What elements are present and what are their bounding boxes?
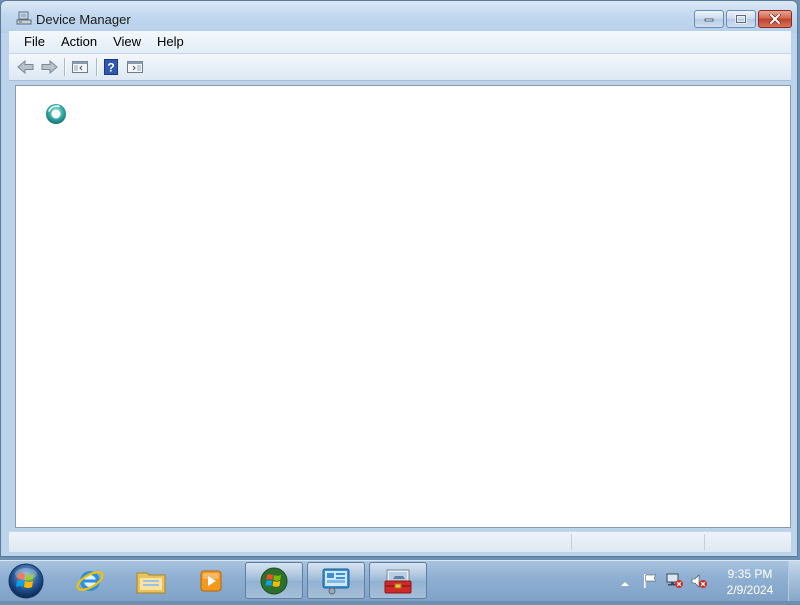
back-button[interactable] bbox=[17, 58, 35, 76]
menu-file[interactable]: File bbox=[16, 32, 53, 52]
windows-logo-icon bbox=[260, 567, 288, 594]
taskbar-windows-media-player[interactable] bbox=[182, 562, 240, 599]
taskbar-device-manager[interactable] bbox=[369, 562, 427, 599]
tray-volume[interactable] bbox=[690, 573, 708, 589]
menu-action[interactable]: Action bbox=[53, 32, 105, 52]
show-hidden-icons-button[interactable] bbox=[619, 576, 631, 586]
status-pane-divider bbox=[704, 534, 705, 550]
help-button[interactable]: ? bbox=[102, 58, 120, 76]
clock-time: 9:35 PM bbox=[727, 567, 773, 581]
menu-bar: File Action View Help bbox=[9, 31, 791, 54]
show-desktop-button[interactable] bbox=[788, 561, 800, 601]
control-panel-icon bbox=[322, 568, 350, 594]
status-bar bbox=[9, 531, 791, 552]
title-bar[interactable]: Device Manager bbox=[1, 1, 797, 33]
start-button[interactable] bbox=[7, 562, 45, 600]
internet-explorer-icon bbox=[76, 570, 104, 591]
start-orb-icon bbox=[8, 563, 44, 599]
menu-help[interactable]: Help bbox=[149, 32, 192, 52]
help-icon: ? bbox=[104, 59, 118, 75]
taskbar-windows-update[interactable] bbox=[245, 562, 303, 599]
window-title: Device Manager bbox=[36, 12, 131, 27]
svg-text:?: ? bbox=[107, 61, 114, 75]
show-hide-console-tree-button[interactable] bbox=[71, 58, 89, 76]
back-arrow-icon bbox=[17, 60, 34, 74]
tray-network[interactable] bbox=[666, 573, 684, 589]
toolbar-separator bbox=[64, 58, 66, 76]
taskbar: 9:35 PM 2/9/2024 bbox=[0, 560, 800, 601]
maximize-button[interactable] bbox=[726, 10, 756, 28]
status-pane-divider bbox=[571, 534, 572, 550]
minimize-button[interactable] bbox=[694, 10, 724, 28]
maximize-icon bbox=[735, 14, 747, 24]
close-button[interactable] bbox=[758, 10, 792, 28]
menu-view[interactable]: View bbox=[105, 32, 149, 52]
device-manager-toolbox-icon bbox=[384, 569, 412, 593]
device-manager-icon bbox=[16, 11, 32, 25]
toolbar-separator bbox=[96, 58, 98, 76]
chevron-up-icon bbox=[621, 582, 629, 586]
close-icon bbox=[769, 14, 781, 24]
network-icon bbox=[666, 573, 683, 588]
toolbar: ? bbox=[9, 54, 791, 81]
taskbar-control-panel[interactable] bbox=[307, 562, 365, 599]
volume-muted-icon bbox=[691, 574, 707, 588]
busy-spinner-icon bbox=[45, 103, 67, 125]
taskbar-clock[interactable]: 9:35 PM 2/9/2024 bbox=[720, 566, 780, 598]
windows-media-player-icon bbox=[200, 570, 222, 591]
taskbar-windows-explorer[interactable] bbox=[122, 562, 180, 599]
clock-date: 2/9/2024 bbox=[726, 583, 774, 597]
forward-arrow-icon bbox=[41, 60, 58, 74]
forward-button[interactable] bbox=[40, 58, 58, 76]
tray-action-center[interactable] bbox=[641, 573, 659, 589]
action-center-flag-icon bbox=[644, 574, 657, 588]
taskbar-internet-explorer[interactable] bbox=[61, 562, 119, 599]
device-tree-pane[interactable] bbox=[15, 85, 791, 528]
show-hide-console-tree-icon bbox=[72, 61, 88, 73]
windows-explorer-icon bbox=[136, 572, 166, 593]
show-hide-action-pane-icon bbox=[127, 61, 143, 73]
device-manager-window: Device Manager File Action View Help ? bbox=[0, 0, 798, 557]
minimize-icon bbox=[704, 18, 714, 22]
show-hide-action-pane-button[interactable] bbox=[126, 58, 144, 76]
